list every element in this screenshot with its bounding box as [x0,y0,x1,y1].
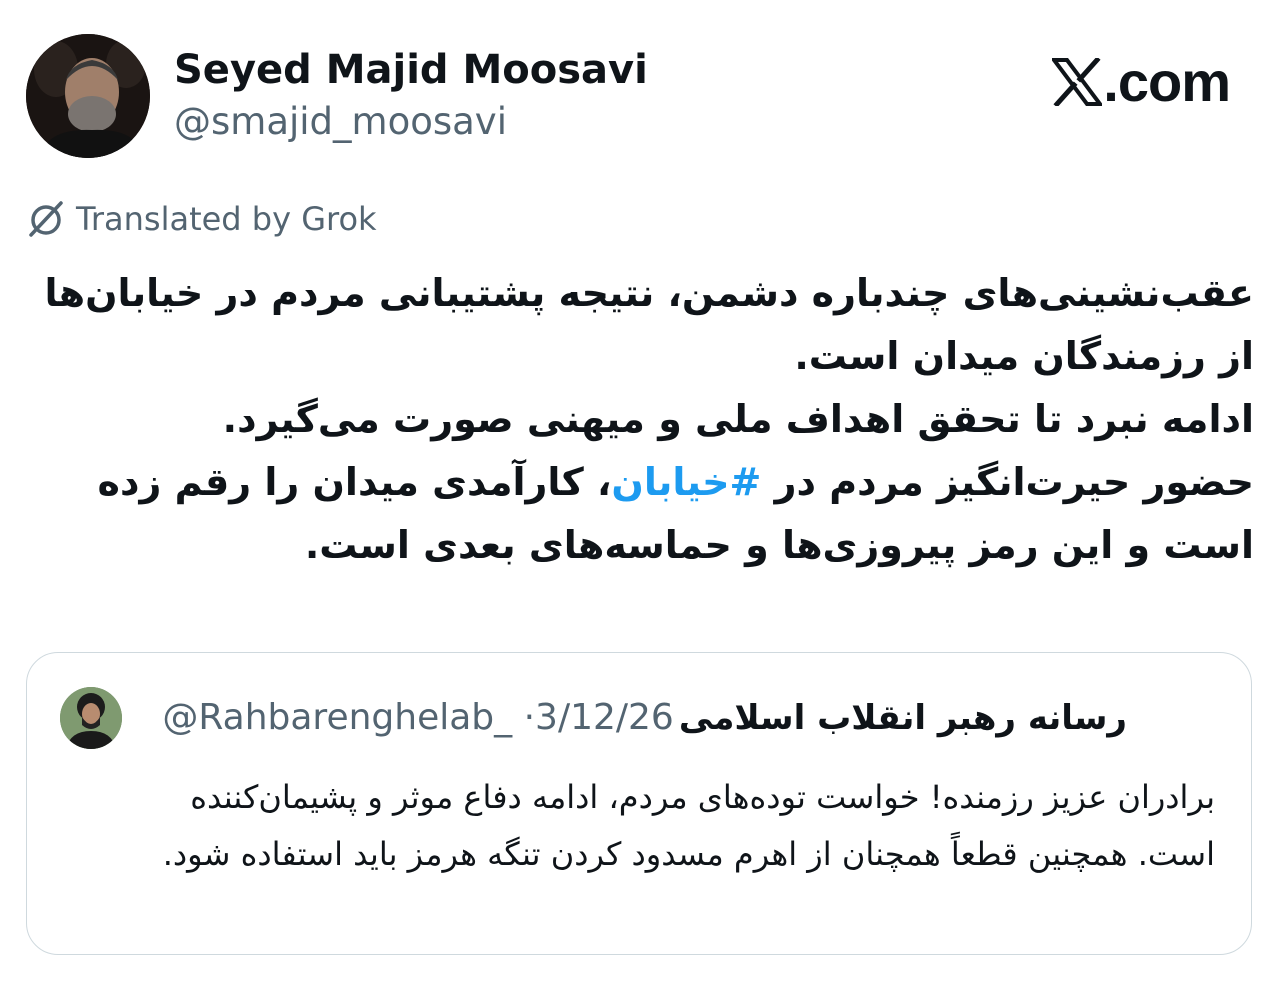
quoted-tweet-text: برادران عزیز رزمنده! خواست توده‌های مردم… [162,778,1215,873]
quoted-tweet-meta: @Rahbarenghelab_ ·3/12/26 [162,697,673,738]
quoted-tweet-date[interactable]: 3/12/26 [535,697,674,738]
quoted-tweet-card[interactable]: رسانه رهبر انقلاب اسلامی @Rahbarenghelab… [26,652,1252,955]
site-branding: .com [1052,50,1231,114]
quoted-author-name[interactable]: رسانه رهبر انقلاب اسلامی [679,698,1127,738]
translation-notice[interactable]: Translated by Grok [26,196,377,242]
grok-icon [29,201,63,237]
x-logo-icon [1052,58,1103,106]
profile-photo [26,34,150,158]
tweet-text-segment: حضور حیرت‌انگیز مردم در [761,460,1254,504]
tweet-paragraph-1: عقب‌نشینی‌های چندباره دشمن، نتیجه پشتیبا… [44,271,1255,378]
quoted-author-handle[interactable]: @Rahbarenghelab_ [162,697,512,738]
author-avatar[interactable] [26,34,150,158]
quoted-tweet-header: رسانه رهبر انقلاب اسلامی @Rahbarenghelab… [135,693,1127,749]
tweet-paragraph-2: ادامه نبرد تا تحقق اهداف ملی و میهنی صور… [222,397,1254,441]
tweet-text: عقب‌نشینی‌های چندباره دشمن، نتیجه پشتیبا… [26,262,1255,577]
tweet-paragraph-3: حضور حیرت‌انگیز مردم در #خیابان، کارآمدی… [26,451,1254,577]
quoted-author-avatar[interactable] [60,687,122,749]
meta-separator: · [523,697,536,738]
site-domain-label: .com [1103,50,1231,113]
author-name[interactable]: Seyed Majid Moosavi [174,44,648,96]
hashtag-link[interactable]: #خیابان [611,460,761,504]
profile-photo [60,687,122,749]
translation-label: Translated by Grok [76,200,377,238]
author-handle[interactable]: @smajid_moosavi [174,98,507,146]
